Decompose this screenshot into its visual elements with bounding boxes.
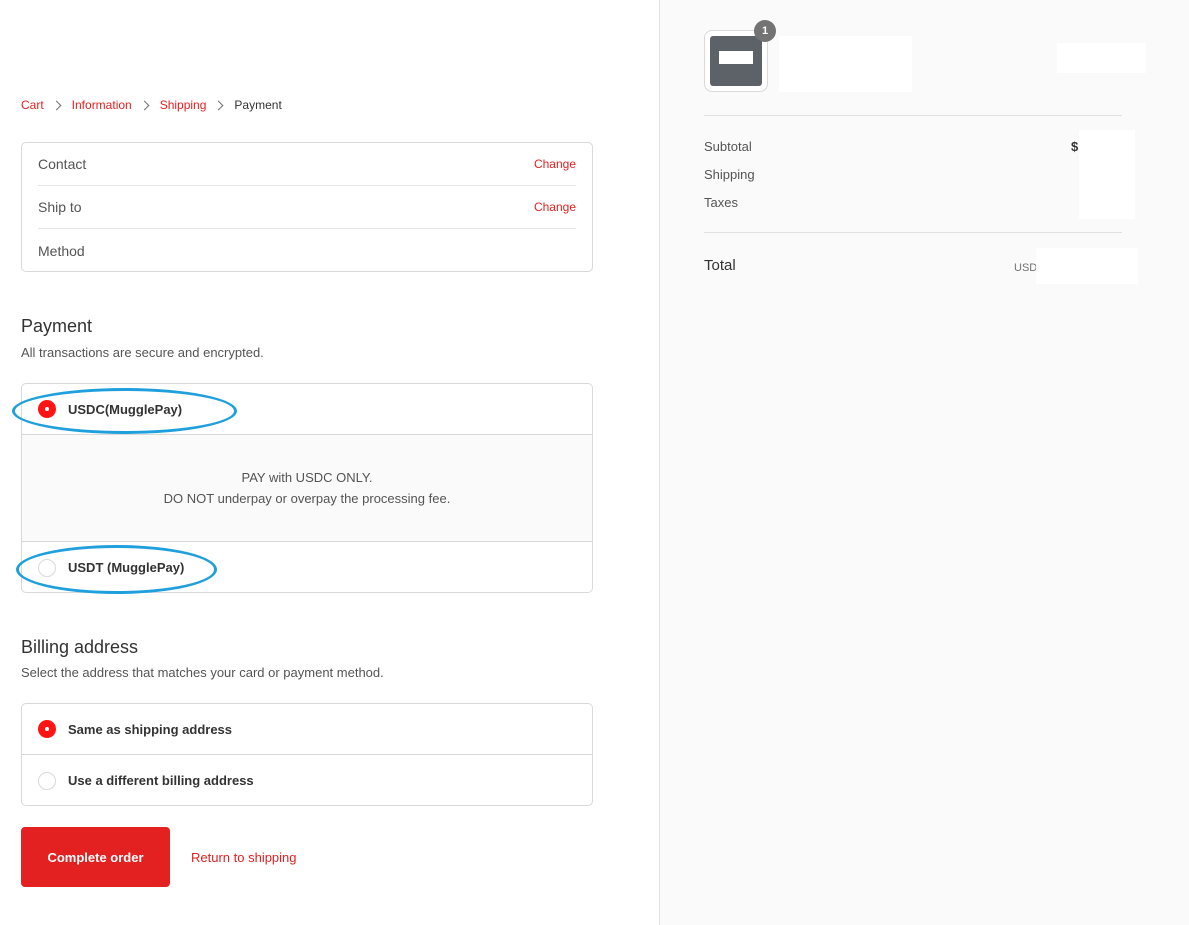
contact-label: Contact — [38, 156, 87, 172]
product-image — [710, 36, 762, 86]
subtotal-currency-symbol: $ — [1071, 139, 1079, 154]
billing-options: Same as shipping address Use a different… — [21, 703, 593, 806]
redacted-product-price — [1057, 43, 1146, 73]
breadcrumb: Cart Information Shipping Payment — [21, 98, 282, 112]
payment-subtitle: All transactions are secure and encrypte… — [21, 345, 264, 360]
billing-option-different[interactable]: Use a different billing address — [22, 755, 592, 806]
payment-detail-line1: PAY with USDC ONLY. — [241, 470, 373, 485]
change-ship-to-link[interactable]: Change — [534, 200, 576, 214]
billing-option-same[interactable]: Same as shipping address — [22, 704, 592, 755]
chevron-right-icon — [213, 100, 224, 110]
review-row-ship-to: Ship to Change — [38, 186, 576, 229]
ship-to-label: Ship to — [38, 199, 82, 215]
product-image-label — [719, 51, 753, 64]
radio-usdt[interactable] — [38, 558, 56, 577]
review-row-contact: Contact Change — [38, 143, 576, 186]
chevron-right-icon — [139, 100, 150, 110]
radio-usdc[interactable] — [38, 400, 56, 418]
review-row-method: Method — [38, 229, 576, 272]
radio-different-address[interactable] — [38, 771, 56, 790]
method-label: Method — [38, 242, 85, 259]
review-block: Contact Change Ship to Change Method — [21, 142, 593, 272]
taxes-label: Taxes — [704, 195, 738, 210]
checkout-main: Cart Information Shipping Payment Contac… — [0, 0, 659, 925]
divider — [704, 232, 1122, 233]
shipping-label: Shipping — [704, 167, 755, 182]
payment-option-label: USDT (MugglePay) — [68, 560, 185, 575]
return-to-shipping-link[interactable]: Return to shipping — [191, 850, 297, 865]
breadcrumb-payment: Payment — [234, 98, 282, 112]
total-currency: USD — [1014, 262, 1038, 274]
payment-option-usdt[interactable]: USDT (MugglePay) — [22, 542, 592, 592]
breadcrumb-cart[interactable]: Cart — [21, 98, 44, 112]
billing-option-label: Use a different billing address — [68, 773, 254, 788]
quantity-badge: 1 — [754, 20, 776, 42]
radio-same-address[interactable] — [38, 720, 56, 738]
payment-title: Payment — [21, 316, 93, 336]
billing-subtitle: Select the address that matches your car… — [21, 665, 384, 680]
redacted-total-value — [1036, 248, 1138, 284]
billing-option-label: Same as shipping address — [68, 721, 233, 737]
order-summary: 1 Subtotal Shipping Taxes $ Total USD — [659, 0, 1189, 925]
payment-detail-panel: PAY with USDC ONLY. DO NOT underpay or o… — [22, 435, 592, 542]
payment-option-label: USDC(MugglePay) — [68, 401, 183, 417]
redacted-summary-values — [1079, 130, 1135, 219]
complete-order-button[interactable]: Complete order — [21, 827, 170, 887]
payment-methods: USDC(MugglePay) PAY with USDC ONLY. DO N… — [21, 383, 593, 593]
redacted-product-name — [779, 36, 912, 92]
chevron-right-icon — [51, 100, 62, 110]
payment-option-usdc[interactable]: USDC(MugglePay) — [22, 384, 592, 435]
payment-detail-line2: DO NOT underpay or overpay the processin… — [163, 491, 451, 506]
billing-title: Billing address — [21, 637, 139, 657]
total-label: Total — [704, 257, 736, 274]
breadcrumb-shipping[interactable]: Shipping — [160, 98, 207, 112]
subtotal-label: Subtotal — [704, 139, 752, 154]
divider — [704, 115, 1122, 116]
change-contact-link[interactable]: Change — [534, 157, 576, 171]
breadcrumb-information[interactable]: Information — [72, 98, 132, 112]
